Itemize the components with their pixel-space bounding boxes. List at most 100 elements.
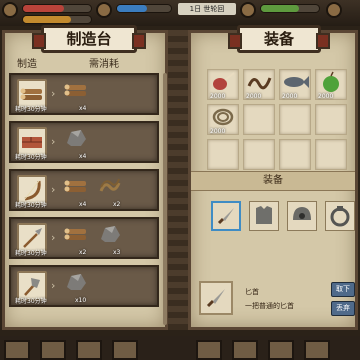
craft-time: 耗时30分钟 xyxy=(15,154,47,161)
menu-icon[interactable] xyxy=(326,2,342,18)
cost-column-header: 需消耗 xyxy=(89,59,119,70)
log-bundle-icon xyxy=(64,180,86,192)
book-spine xyxy=(168,30,188,330)
material-qty: x2 xyxy=(113,201,121,208)
inventory-slot[interactable] xyxy=(207,139,239,170)
inventory-grid: 2000 2000 2000 2000 2000 xyxy=(207,69,347,170)
apple-icon xyxy=(323,71,339,92)
item-count: 2000 xyxy=(210,93,226,100)
dagger-icon xyxy=(217,208,234,225)
material-slot xyxy=(63,173,89,199)
day-counter: 1日 世轮回 xyxy=(178,3,236,15)
inventory-slot[interactable] xyxy=(243,104,275,135)
inventory-slot[interactable] xyxy=(279,104,311,135)
material-qty: x4 xyxy=(79,153,87,160)
toolbar-slot[interactable] xyxy=(4,340,30,360)
material-slot xyxy=(63,221,89,247)
equip-slot-ring[interactable] xyxy=(325,201,355,231)
selected-item-description: 一把普通的匕首 xyxy=(245,302,294,310)
status-icon xyxy=(96,2,112,18)
equip-slot-helmet[interactable] xyxy=(287,201,317,231)
material-qty: x4 xyxy=(79,105,87,112)
craft-time: 耗时30分钟 xyxy=(15,298,47,305)
material-qty: x4 xyxy=(79,201,87,208)
material-qty: x10 xyxy=(75,297,87,304)
health-bar xyxy=(22,4,92,13)
inventory-slot[interactable] xyxy=(315,104,347,135)
equipped-section-header: 装备 xyxy=(191,171,355,191)
stone-icon xyxy=(67,130,86,146)
unequip-button[interactable]: 取下 xyxy=(331,282,355,297)
material-slot xyxy=(97,221,123,247)
stone-icon xyxy=(101,226,120,242)
recipe-row[interactable]: 耗时30分钟 › x2 x3 xyxy=(9,217,159,259)
recipe-row[interactable]: 耗时30分钟 › x4 xyxy=(9,73,159,115)
worm-icon xyxy=(247,77,272,90)
log-bundle-icon xyxy=(64,228,86,240)
fish-icon xyxy=(284,76,309,88)
rope-icon xyxy=(99,178,121,192)
toolbar-slot[interactable] xyxy=(196,340,222,360)
bottom-toolbar xyxy=(0,336,360,360)
toolbar-slot[interactable] xyxy=(304,340,330,360)
arrow-icon: › xyxy=(51,279,56,292)
thirst-bar xyxy=(116,4,172,13)
inventory-slot[interactable]: 2000 xyxy=(207,69,239,100)
recipe-row[interactable]: 耗时30分钟 › x4 xyxy=(9,121,159,163)
crafting-title: 制造台 xyxy=(32,25,146,53)
armor-icon xyxy=(256,206,272,224)
craft-time: 耗时30分钟 xyxy=(15,106,47,113)
recipe-row[interactable]: 耗时30分钟 › x4 x2 xyxy=(9,169,159,211)
status-icon xyxy=(240,2,256,18)
inventory-slot[interactable] xyxy=(315,139,347,170)
stone-icon xyxy=(67,274,86,290)
equip-slot-armor[interactable] xyxy=(249,201,279,231)
status-icon xyxy=(2,2,18,18)
arrow-icon: › xyxy=(51,87,56,100)
material-qty: x2 xyxy=(79,249,87,256)
rope-coil-icon xyxy=(212,108,234,126)
ring-icon xyxy=(330,206,350,227)
inventory-slot[interactable]: 2000 xyxy=(243,69,275,100)
dagger-icon xyxy=(206,289,225,308)
material-slot xyxy=(63,269,89,295)
equip-slot-weapon[interactable] xyxy=(211,201,241,231)
log-bundle-icon xyxy=(64,84,86,96)
arrow-icon: › xyxy=(51,231,56,244)
selected-item-name: 匕首 xyxy=(245,288,259,296)
recipe-row[interactable]: 耗时30分钟 › x10 xyxy=(9,265,159,307)
craft-scrollbar[interactable] xyxy=(163,73,167,325)
toolbar-slot[interactable] xyxy=(76,340,102,360)
discard-button[interactable]: 丢弃 xyxy=(331,301,355,316)
toolbar-slot[interactable] xyxy=(268,340,294,360)
item-count: 2000 xyxy=(246,93,262,100)
craft-time: 耗时30分钟 xyxy=(15,250,47,257)
material-slot xyxy=(63,125,89,151)
inventory-slot[interactable] xyxy=(279,139,311,170)
inventory-slot[interactable]: 2000 xyxy=(315,69,347,100)
top-hud: 1日 世轮回 xyxy=(0,0,360,26)
item-count: 2000 xyxy=(282,93,298,100)
equipment-title: 装备 xyxy=(228,25,330,53)
material-qty: x3 xyxy=(113,249,121,256)
craft-time: 耗时30分钟 xyxy=(15,202,47,209)
hunger-bar xyxy=(22,15,92,24)
arrow-icon: › xyxy=(51,135,56,148)
meat-icon xyxy=(213,72,235,90)
toolbar-slot[interactable] xyxy=(40,340,66,360)
helmet-icon xyxy=(293,207,311,220)
inventory-slot[interactable] xyxy=(243,139,275,170)
equipment-panel: 装备 2000 2000 2000 2000 2000 装备 匕首 一把普通的匕… xyxy=(188,25,358,330)
stamina-bar xyxy=(260,4,320,13)
material-slot xyxy=(63,77,89,103)
make-column-header: 制造 xyxy=(17,59,37,70)
item-count: 2000 xyxy=(210,128,226,135)
inventory-slot[interactable]: 2000 xyxy=(207,104,239,135)
selected-item-icon xyxy=(199,281,233,315)
crafting-panel: 制造台 制造 需消耗 耗时30分钟 › x4 耗时30分钟 › x4 耗时30分… xyxy=(2,25,168,330)
item-count: 2000 xyxy=(318,93,334,100)
arrow-icon: › xyxy=(51,183,56,196)
inventory-slot[interactable]: 2000 xyxy=(279,69,311,100)
toolbar-slot[interactable] xyxy=(232,340,258,360)
toolbar-slot[interactable] xyxy=(112,340,138,360)
